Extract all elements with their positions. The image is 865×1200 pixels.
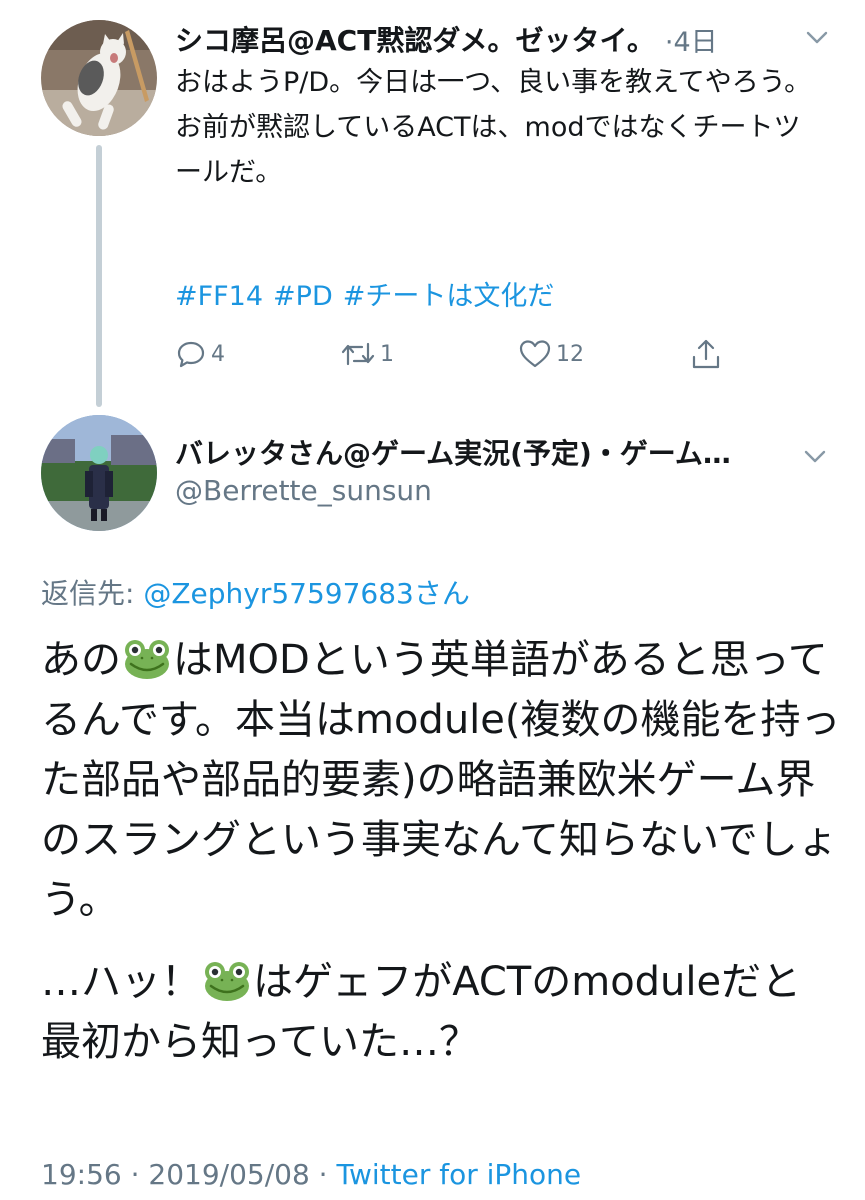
retweet-icon bbox=[341, 342, 375, 366]
reply-icon bbox=[177, 341, 205, 368]
main-handle[interactable]: @Berrette_sunsun bbox=[175, 474, 432, 507]
hashtag-cheat-culture[interactable]: #チートは文化だ bbox=[343, 281, 555, 312]
hashtag-ff14[interactable]: #FF14 bbox=[175, 281, 263, 312]
tweet-timestamp[interactable]: 19:56 · 2019/05/08 · bbox=[41, 1158, 336, 1191]
parent-display-name[interactable]: シコ摩呂@ACT黙認ダメ。ゼッタイ。 bbox=[175, 19, 655, 59]
chevron-down-icon[interactable] bbox=[800, 20, 834, 54]
reply-to-label: 返信先: bbox=[41, 577, 135, 610]
parent-tweet-time[interactable]: ·4日 bbox=[665, 20, 718, 59]
hashtag-pd[interactable]: #PD bbox=[273, 281, 333, 312]
text-fragment: …ハッ！ bbox=[41, 959, 201, 1005]
retweet-count: 1 bbox=[380, 341, 394, 367]
main-tweet-paragraph-1: あの はMODという英単語があると思ってるんです。本当はmodule(複数の機能を… bbox=[41, 630, 841, 930]
parent-hashtags: #FF14 #PD #チートは文化だ bbox=[175, 274, 564, 319]
reply-button[interactable]: 4 bbox=[175, 332, 225, 376]
frog-emoji-icon bbox=[123, 638, 171, 680]
frog-emoji-icon bbox=[203, 960, 251, 1002]
tweet-client-link[interactable]: Twitter for iPhone bbox=[336, 1158, 581, 1191]
heart-icon bbox=[519, 340, 551, 368]
reply-to-line: 返信先: @Zephyr57597683さん bbox=[41, 572, 470, 612]
text-fragment: あの bbox=[41, 637, 121, 683]
like-count: 12 bbox=[556, 341, 584, 367]
parent-tweet-header: シコ摩呂@ACT黙認ダメ。ゼッタイ。 ·4日 bbox=[175, 16, 835, 62]
main-tweet-paragraph-2: …ハッ！ はゲェフがACTのmoduleだと最初から知っていた…？ bbox=[41, 952, 841, 1072]
thread-connector-line bbox=[96, 145, 102, 407]
main-tweet-text: あの はMODという英単語があると思ってるんです。本当はmodule(複数の機能を… bbox=[41, 630, 841, 1094]
character-avatar-image bbox=[41, 415, 157, 531]
main-display-name[interactable]: バレッタさん@ゲーム実況(予定)・ゲーム… bbox=[175, 432, 795, 472]
cat-avatar-image bbox=[41, 20, 157, 136]
share-button[interactable] bbox=[690, 332, 726, 376]
tweet-metadata: 19:56 · 2019/05/08 · Twitter for iPhone bbox=[41, 1158, 581, 1191]
main-tweet-avatar[interactable] bbox=[41, 415, 157, 531]
retweet-button[interactable]: 1 bbox=[340, 332, 394, 376]
parent-tweet-avatar[interactable] bbox=[41, 20, 157, 136]
share-icon bbox=[692, 339, 720, 369]
parent-tweet-text: おはようP/D。今日は一つ、良い事を教えてやろう。 お前が黙認しているACTは、… bbox=[175, 67, 812, 188]
reply-count: 4 bbox=[211, 341, 225, 367]
parent-tweet-actions: 4 1 12 bbox=[175, 332, 735, 376]
reply-mention-link[interactable]: @Zephyr57597683さん bbox=[143, 577, 470, 610]
like-button[interactable]: 12 bbox=[518, 332, 584, 376]
chevron-down-icon[interactable] bbox=[798, 439, 832, 473]
